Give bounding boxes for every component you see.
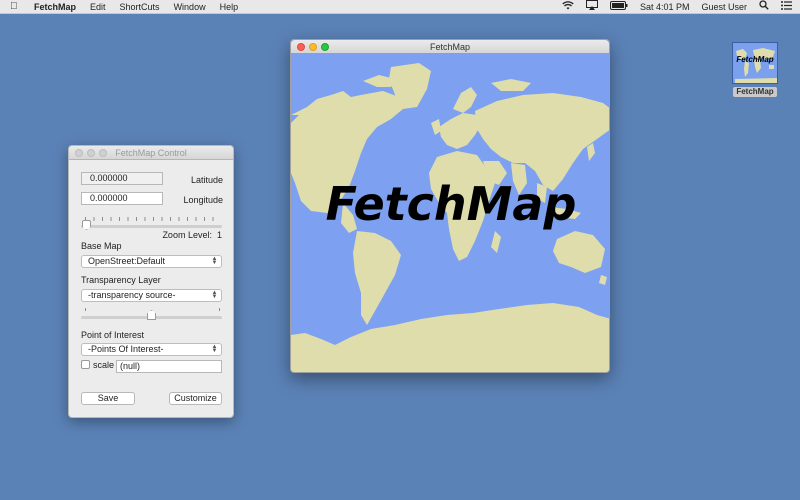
transparency-layer-selected: -transparency source- bbox=[88, 290, 176, 300]
zoom-button[interactable] bbox=[99, 149, 107, 157]
map-window-titlebar[interactable]: FetchMap bbox=[291, 40, 609, 54]
save-button[interactable]: Save bbox=[81, 392, 135, 405]
control-window-titlebar[interactable]: FetchMap Control bbox=[69, 146, 233, 160]
transparency-layer-label: Transparency Layer bbox=[81, 275, 161, 285]
transparency-slider-knob[interactable] bbox=[147, 310, 156, 320]
airplay-icon[interactable] bbox=[585, 0, 598, 14]
base-map-select[interactable]: OpenStreet:Default ▲ ▼ bbox=[81, 255, 222, 268]
map-window-title: FetchMap bbox=[429, 42, 471, 52]
close-button[interactable] bbox=[75, 149, 83, 157]
battery-icon[interactable] bbox=[609, 0, 628, 14]
base-map-selected: OpenStreet:Default bbox=[88, 256, 166, 266]
list-icon[interactable] bbox=[781, 0, 792, 14]
customize-button[interactable]: Customize bbox=[169, 392, 222, 405]
transparency-tick-max bbox=[219, 308, 220, 311]
desktop-icon-thumbnail: FetchMap bbox=[732, 42, 778, 84]
transparency-layer-select[interactable]: -transparency source- ▲ ▼ bbox=[81, 289, 222, 302]
zoom-slider-knob[interactable] bbox=[82, 220, 91, 230]
control-window: FetchMap Control 0.000000 Latitude 0.000… bbox=[68, 145, 234, 418]
scale-checkbox[interactable] bbox=[81, 360, 90, 369]
zoom-level-label: Zoom Level: bbox=[162, 230, 212, 240]
user-menu[interactable]: Guest User bbox=[701, 0, 747, 14]
minimize-button[interactable] bbox=[87, 149, 95, 157]
search-icon[interactable] bbox=[759, 0, 769, 14]
base-map-label: Base Map bbox=[81, 241, 122, 251]
map-window: FetchMap FetchMap bbox=[290, 39, 610, 373]
chevron-updown-icon: ▲ ▼ bbox=[211, 290, 218, 300]
menu-bar:  FetchMap Edit ShortCuts Window Help Sa… bbox=[0, 0, 800, 14]
scale-input[interactable]: (null) bbox=[116, 360, 222, 373]
longitude-input[interactable]: 0.000000 bbox=[81, 192, 163, 205]
map-overlay-title: FetchMap bbox=[325, 177, 577, 231]
minimize-button[interactable] bbox=[309, 43, 317, 51]
chevron-updown-icon: ▲ ▼ bbox=[211, 344, 218, 354]
desktop-icon-thumb-text: FetchMap bbox=[736, 55, 774, 64]
transparency-tick-min bbox=[85, 308, 86, 311]
menu-help[interactable]: Help bbox=[220, 0, 239, 14]
zoom-slider[interactable] bbox=[81, 225, 222, 228]
menu-edit[interactable]: Edit bbox=[90, 0, 106, 14]
zoom-slider-ticks bbox=[85, 217, 221, 221]
wifi-icon[interactable] bbox=[562, 0, 574, 14]
scale-label: scale bbox=[93, 360, 115, 370]
control-panel-body: 0.000000 Latitude 0.000000 Longitude Zoo… bbox=[69, 160, 233, 418]
map-window-buttons bbox=[297, 43, 333, 51]
point-of-interest-selected: -Points Of Interest- bbox=[88, 344, 164, 354]
apple-icon[interactable]:  bbox=[10, 0, 26, 14]
menu-shortcuts[interactable]: ShortCuts bbox=[120, 0, 160, 14]
latitude-label: Latitude bbox=[190, 175, 223, 185]
point-of-interest-select[interactable]: -Points Of Interest- ▲ ▼ bbox=[81, 343, 222, 356]
zoom-level-value: 1 bbox=[216, 230, 222, 240]
clock[interactable]: Sat 4:01 PM bbox=[640, 0, 690, 14]
chevron-updown-icon: ▲ ▼ bbox=[211, 256, 218, 266]
control-window-buttons bbox=[75, 149, 111, 157]
close-button[interactable] bbox=[297, 43, 305, 51]
zoom-button[interactable] bbox=[321, 43, 329, 51]
desktop-icon-label[interactable]: FetchMap bbox=[733, 87, 777, 97]
control-window-title: FetchMap Control bbox=[115, 148, 187, 158]
menu-window[interactable]: Window bbox=[174, 0, 206, 14]
point-of-interest-label: Point of Interest bbox=[81, 330, 145, 340]
menu-app-name[interactable]: FetchMap bbox=[34, 0, 76, 14]
latitude-input[interactable]: 0.000000 bbox=[81, 172, 163, 185]
zoom-level-readout: Zoom Level: 1 bbox=[129, 230, 222, 240]
menu-bar-status: Sat 4:01 PM Guest User bbox=[550, 0, 792, 14]
longitude-label: Longitude bbox=[183, 195, 223, 205]
map-view[interactable]: FetchMap bbox=[291, 53, 609, 372]
desktop-app-icon[interactable]: FetchMap FetchMap bbox=[732, 42, 778, 97]
